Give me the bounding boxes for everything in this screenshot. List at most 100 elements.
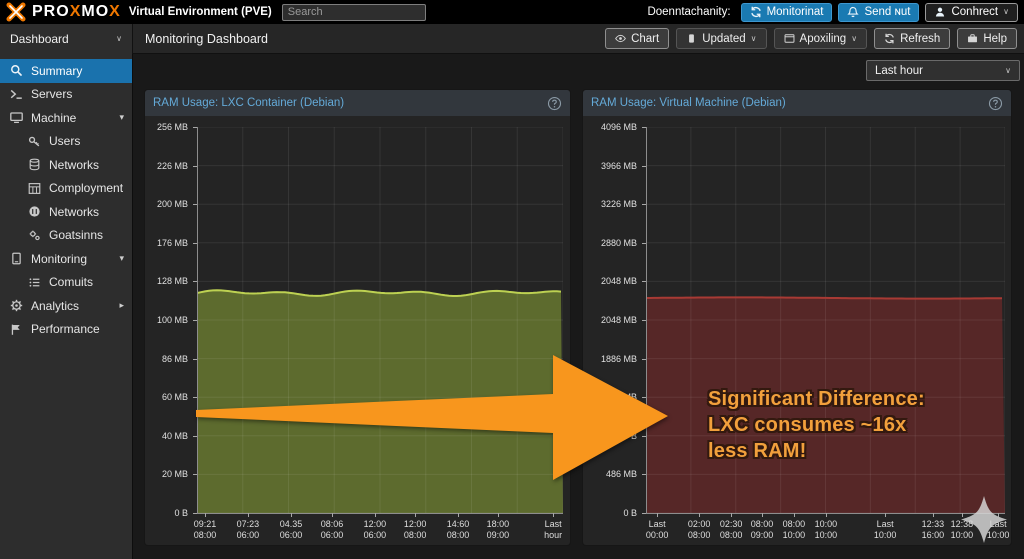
table-icon [28,182,41,195]
sidebar-item-summary[interactable]: Summary [0,59,132,83]
y-tick-mark [193,243,197,244]
help-button[interactable]: Help [957,28,1017,49]
brand-letter: X [109,3,121,20]
y-tick-mark [193,474,197,475]
updated-button[interactable]: Updated ∨ [676,28,766,49]
send-button-label: Send ɴut [864,6,910,18]
x-tick-mark [415,513,416,517]
panel-menu-icon[interactable] [547,96,562,111]
y-tick-label: 0 B [145,508,188,519]
x-tick-mark [794,513,795,517]
x-tick-line-1: 08:06 [310,519,354,530]
y-tick-mark [193,513,197,514]
ram-usage-area [197,127,563,513]
vm-ram-panel-header: RAM Usage: Virtual Machine (Debian) [583,90,1011,116]
sidebar-item-comployment[interactable]: Comployment [0,177,132,201]
y-tick-label: 2048 MB [583,315,637,326]
brand-wordmark: PROXMOX [32,4,121,20]
y-tick-mark [642,281,646,282]
x-tick-line-1: 10:00 [804,519,848,530]
connect-button[interactable]: Conhrect ∨ [925,3,1018,22]
brand-letter: R [44,3,57,20]
sidebar-item-goatsinns[interactable]: Goatsinns [0,224,132,248]
x-tick-line-2: 06:00 [226,530,270,541]
sidebar-item-comuits[interactable]: Comuits [0,271,132,295]
monitor-button[interactable]: Monitorinat [741,3,833,22]
brand-letter: O [96,3,109,20]
x-tick-mark [826,513,827,517]
lxc-ram-panel: RAM Usage: LXC Container (Debian) 256 MB… [145,90,570,545]
time-range-select[interactable]: Last hour ∨ [866,60,1020,81]
chevron-down-icon: ∨ [1003,8,1009,16]
chart-button-label: Chart [631,33,659,45]
x-tick-line-1: 07:23 [226,519,270,530]
x-tick-label: 04.3506:00 [269,519,313,541]
y-tick-mark [193,436,197,437]
sidebar-item-label: Comployment [49,181,124,195]
sidebar-item-monitoring[interactable]: Monitoring▾ [0,247,132,271]
chevron-down-icon: ∨ [851,35,857,43]
y-tick-mark [642,243,646,244]
sidebar-item-servers[interactable]: Servers [0,83,132,107]
refresh-button[interactable]: Refresh [874,28,950,49]
sidebar-item-label: Goatsinns [49,228,124,242]
proxmox-logo-icon [6,2,26,22]
y-tick-mark [642,397,646,398]
brand-letter: O [56,3,69,20]
list-icon [28,276,41,289]
y-axis-line [646,127,647,513]
x-tick-mark [291,513,292,517]
chevron-right-icon: ▸ [119,300,124,311]
x-tick-label: Last10:00 [863,519,907,541]
sidebar-item-label: Performance [31,322,124,336]
updated-button-label: Updated [702,33,745,45]
x-tick-mark [731,513,732,517]
gear-icon [10,299,23,312]
sidebar-item-label: Networks [49,158,124,172]
x-tick-mark [885,513,886,517]
sidebar-item-label: Machine [31,111,111,125]
y-tick-label: 2048 MB [583,276,637,287]
sidebar-item-label: Servers [31,87,124,101]
chart-button[interactable]: Chart [605,28,669,49]
send-button[interactable]: Send ɴut [838,3,919,22]
x-tick-line-2: 08:00 [393,530,437,541]
x-tick-line-2: 10:00 [804,530,848,541]
page-title: Monitoring Dashboard [145,32,268,46]
sidebar-item-users[interactable]: Users [0,130,132,154]
x-tick-label: 07:2306:00 [226,519,270,541]
x-tick-label: Lasthour [531,519,570,541]
apoxiling-button[interactable]: Apoxiling ∨ [774,28,868,49]
sidebar-item-analytics[interactable]: Analytics▸ [0,294,132,318]
vm-ram-chart: 4096 MB3966 MB3226 MB2880 MB2048 MB2048 … [583,116,1011,545]
sidebar-item-performance[interactable]: Performance [0,318,132,342]
proxmox-monitoring-app: PROXMOX Virtual Environment (PVE) Doennt… [0,0,1024,559]
y-tick-mark [193,320,197,321]
y-tick-label: 60 MB [145,392,188,403]
sidebar-item-machine[interactable]: Machine▾ [0,106,132,130]
x-tick-line-2: 08:00 [436,530,480,541]
eye-icon [615,33,626,44]
sidebar-item-networks[interactable]: Networks [0,200,132,224]
y-tick-mark [193,281,197,282]
panel-title: RAM Usage: Virtual Machine (Debian) [591,97,786,109]
y-tick-label: 3966 MB [583,161,637,172]
panel-menu-icon[interactable] [988,96,1003,111]
y-tick-label: 128 MB [145,276,188,287]
chevron-down-icon: ∨ [751,35,757,43]
search-input[interactable] [282,4,426,21]
x-tick-mark [458,513,459,517]
y-tick-mark [193,397,197,398]
y-tick-mark [642,436,646,437]
sidebar-item-networks[interactable]: Networks [0,153,132,177]
x-tick-line-2: 06:00 [310,530,354,541]
y-tick-label: MB [583,392,637,403]
sidebar-item-label: Comuits [49,275,124,289]
dashboard-select[interactable]: Dashboard ∨ [0,24,133,54]
x-tick-line-2: hour [531,530,570,541]
x-tick-mark [553,513,554,517]
flag-icon [10,323,23,336]
sidebar-item-label: Users [49,134,124,148]
x-tick-line-1: 18:00 [476,519,520,530]
x-tick-label: 18:0009:00 [476,519,520,541]
